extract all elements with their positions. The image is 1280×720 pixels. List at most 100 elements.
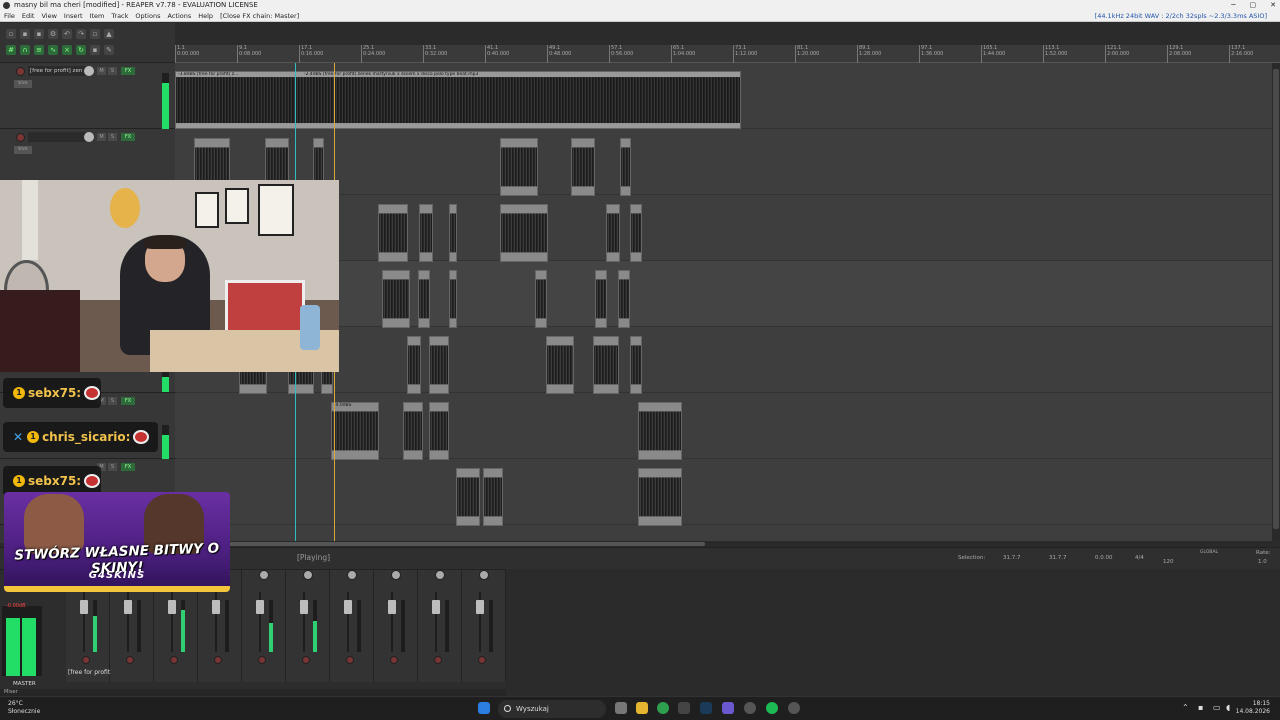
tray-icon[interactable]: ▪ bbox=[1198, 703, 1203, 712]
record-arm-button[interactable] bbox=[346, 656, 354, 664]
scroll-thumb[interactable] bbox=[175, 542, 705, 546]
global-label[interactable]: GLOBAL bbox=[1200, 550, 1218, 555]
start-icon[interactable] bbox=[478, 702, 490, 714]
media-item[interactable] bbox=[620, 138, 631, 196]
track-lane[interactable] bbox=[175, 459, 1272, 525]
metronome-icon[interactable]: ▲ bbox=[104, 29, 114, 39]
media-item[interactable] bbox=[429, 402, 449, 460]
open-project-icon[interactable]: ▪ bbox=[20, 29, 30, 39]
redo-icon[interactable]: ↷ bbox=[76, 29, 86, 39]
volume-fader[interactable] bbox=[124, 600, 132, 614]
network-icon[interactable]: ▭ bbox=[1213, 703, 1221, 712]
ripple-edit-icon[interactable]: ≡ bbox=[34, 45, 44, 55]
maximize-icon[interactable]: ▢ bbox=[1250, 0, 1257, 11]
track-lane[interactable] bbox=[175, 195, 1272, 261]
volume-fader[interactable] bbox=[476, 600, 484, 614]
volume-knob[interactable] bbox=[84, 132, 94, 142]
weather-widget[interactable]: 26°C Słonecznie bbox=[8, 700, 40, 716]
media-item[interactable] bbox=[630, 204, 642, 262]
menu-close-fx-chain[interactable]: [Close FX chain: Master] bbox=[220, 11, 299, 21]
mixer-strip[interactable] bbox=[374, 570, 418, 682]
fx-button[interactable]: FX bbox=[121, 67, 135, 75]
track-lane[interactable] bbox=[175, 129, 1272, 195]
track-lane[interactable] bbox=[175, 261, 1272, 327]
fx-button[interactable]: FX bbox=[121, 133, 135, 141]
record-arm-button[interactable] bbox=[478, 656, 486, 664]
volume-fader[interactable] bbox=[344, 600, 352, 614]
solo-button[interactable]: S bbox=[108, 133, 117, 141]
volume-fader[interactable] bbox=[212, 600, 220, 614]
record-arm-button[interactable] bbox=[434, 656, 442, 664]
fx-button[interactable]: FX bbox=[121, 397, 135, 405]
record-arm-button[interactable] bbox=[302, 656, 310, 664]
snap-icon[interactable]: ∩ bbox=[20, 45, 30, 55]
media-item[interactable] bbox=[382, 270, 410, 328]
volume-fader[interactable] bbox=[80, 600, 88, 614]
media-item[interactable] bbox=[449, 270, 457, 328]
record-arm-button[interactable] bbox=[170, 656, 178, 664]
spotify-icon[interactable] bbox=[766, 702, 778, 714]
media-item[interactable] bbox=[595, 270, 607, 328]
menu-edit[interactable]: Edit bbox=[22, 11, 35, 21]
track-name-field[interactable]: [free for profit] zen bbox=[28, 66, 86, 76]
media-item[interactable] bbox=[419, 204, 433, 262]
menu-help[interactable]: Help bbox=[198, 11, 213, 21]
volume-fader[interactable] bbox=[168, 600, 176, 614]
tool-icon[interactable]: ✎ bbox=[104, 45, 114, 55]
media-item[interactable] bbox=[449, 204, 457, 262]
volume-knob[interactable] bbox=[84, 66, 94, 76]
media-item[interactable] bbox=[618, 270, 630, 328]
automation-button[interactable]: trim bbox=[14, 146, 32, 154]
record-arm-button[interactable] bbox=[16, 67, 25, 76]
timeline-ruler[interactable]: 1.1 0:00.000 9.1 0:08.000 17.1 0:16.000 25.… bbox=[175, 45, 1280, 63]
rate-value[interactable]: 1.0 bbox=[1258, 559, 1267, 565]
media-item-beat[interactable]: -3.8dBS [free for profit] z... -2.4dBS [… bbox=[175, 71, 741, 129]
media-item[interactable] bbox=[500, 138, 538, 196]
track-header[interactable]: [free for profit] zen M S FX trim bbox=[0, 63, 175, 129]
media-item[interactable] bbox=[571, 138, 595, 196]
mixer-tab[interactable]: Mixer bbox=[0, 689, 506, 696]
save-project-icon[interactable]: ▪ bbox=[34, 29, 44, 39]
lock-items-icon[interactable]: ▪ bbox=[90, 45, 100, 55]
arrange-view[interactable]: -3.8dBS [free for profit] z... -2.4dBS [… bbox=[175, 63, 1272, 541]
pan-knob[interactable] bbox=[479, 570, 489, 580]
record-arm-button[interactable] bbox=[390, 656, 398, 664]
lock-icon[interactable]: ▫ bbox=[90, 29, 100, 39]
pan-knob[interactable] bbox=[391, 570, 401, 580]
selection-end[interactable]: 31.7.7 bbox=[1049, 555, 1067, 561]
mute-button[interactable]: M bbox=[97, 133, 106, 141]
solo-button[interactable]: S bbox=[108, 397, 117, 405]
scroll-thumb[interactable] bbox=[1273, 69, 1279, 529]
bpm-value[interactable]: 120 bbox=[1163, 559, 1174, 565]
crossfade-icon[interactable]: × bbox=[62, 45, 72, 55]
pan-knob[interactable] bbox=[303, 570, 313, 580]
selection-start[interactable]: 31.7.7 bbox=[1003, 555, 1021, 561]
pan-knob[interactable] bbox=[435, 570, 445, 580]
mixer-strip[interactable] bbox=[418, 570, 462, 682]
undo-icon[interactable]: ↶ bbox=[62, 29, 72, 39]
media-item[interactable] bbox=[630, 336, 642, 394]
media-item[interactable] bbox=[535, 270, 547, 328]
obs-icon[interactable] bbox=[744, 702, 756, 714]
chrome-icon[interactable] bbox=[657, 702, 669, 714]
fx-button[interactable]: FX bbox=[121, 463, 135, 471]
menu-actions[interactable]: Actions bbox=[167, 11, 191, 21]
time-signature[interactable]: 4/4 bbox=[1135, 555, 1144, 561]
discord-icon[interactable] bbox=[722, 702, 734, 714]
media-item[interactable] bbox=[407, 336, 421, 394]
menu-track[interactable]: Track bbox=[111, 11, 128, 21]
mixer-strip[interactable] bbox=[242, 570, 286, 682]
volume-fader[interactable] bbox=[388, 600, 396, 614]
media-item[interactable] bbox=[606, 204, 620, 262]
mute-button[interactable]: M bbox=[97, 67, 106, 75]
media-item[interactable] bbox=[500, 204, 548, 262]
app-icon[interactable] bbox=[678, 702, 690, 714]
volume-fader[interactable] bbox=[300, 600, 308, 614]
file-explorer-icon[interactable] bbox=[636, 702, 648, 714]
record-arm-button[interactable] bbox=[214, 656, 222, 664]
taskbar-clock[interactable]: 18:15 14.08.2026 bbox=[1236, 700, 1270, 716]
task-view-icon[interactable] bbox=[615, 702, 627, 714]
record-arm-button[interactable] bbox=[16, 133, 25, 142]
grid-icon[interactable]: # bbox=[6, 45, 16, 55]
new-project-icon[interactable]: ▫ bbox=[6, 29, 16, 39]
